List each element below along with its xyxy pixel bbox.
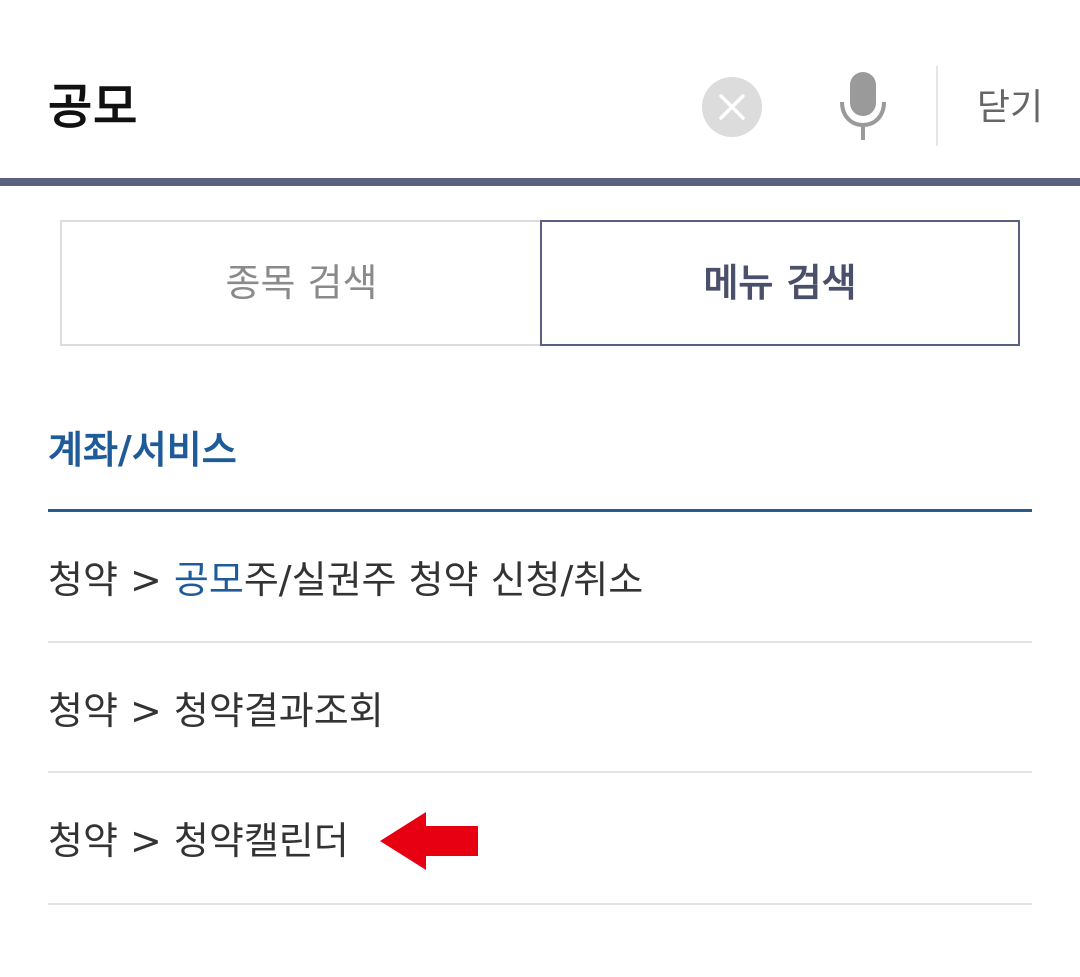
result-text: 청약 > 공모주/실권주 청약 신청/취소 [48, 550, 643, 610]
search-type-tabs: 종목 검색 메뉴 검색 [60, 220, 1020, 346]
result-category: 청약 [48, 558, 118, 602]
search-input[interactable]: 공모 [48, 72, 138, 142]
result-match-highlight: 공모 [173, 558, 244, 602]
clear-button[interactable] [702, 77, 762, 137]
result-text: 청약 > 청약캘린더 [48, 811, 349, 871]
result-category: 청약 [48, 819, 118, 863]
result-text-after: 주/실권주 청약 신청/취소 [243, 558, 644, 602]
header-divider [936, 66, 938, 146]
result-item[interactable]: 청약 > 청약캘린더 [48, 773, 1032, 905]
arrow-left-icon [380, 812, 478, 870]
section-title: 계좌/서비스 [48, 428, 237, 472]
close-button[interactable]: 닫기 [962, 80, 1058, 136]
result-text-before: 청약결과조회 [173, 689, 384, 733]
result-text: 청약 > 청약결과조회 [48, 681, 384, 741]
clear-icon [719, 94, 745, 120]
microphone-icon [840, 72, 886, 140]
result-separator: > [117, 689, 174, 733]
result-category: 청약 [48, 689, 118, 733]
tab-menu-search[interactable]: 메뉴 검색 [540, 220, 1020, 346]
tab-stock-search[interactable]: 종목 검색 [60, 220, 541, 346]
search-header: 공모 닫기 [0, 0, 1080, 178]
voice-search-button[interactable] [834, 70, 892, 144]
header-bottom-bar [0, 178, 1080, 186]
result-separator: > [117, 558, 174, 602]
result-item[interactable]: 청약 > 청약결과조회 [48, 643, 1032, 773]
result-separator: > [117, 819, 174, 863]
result-text-before: 청약캘린더 [173, 819, 349, 863]
result-item[interactable]: 청약 > 공모주/실권주 청약 신청/취소 [48, 512, 1032, 643]
